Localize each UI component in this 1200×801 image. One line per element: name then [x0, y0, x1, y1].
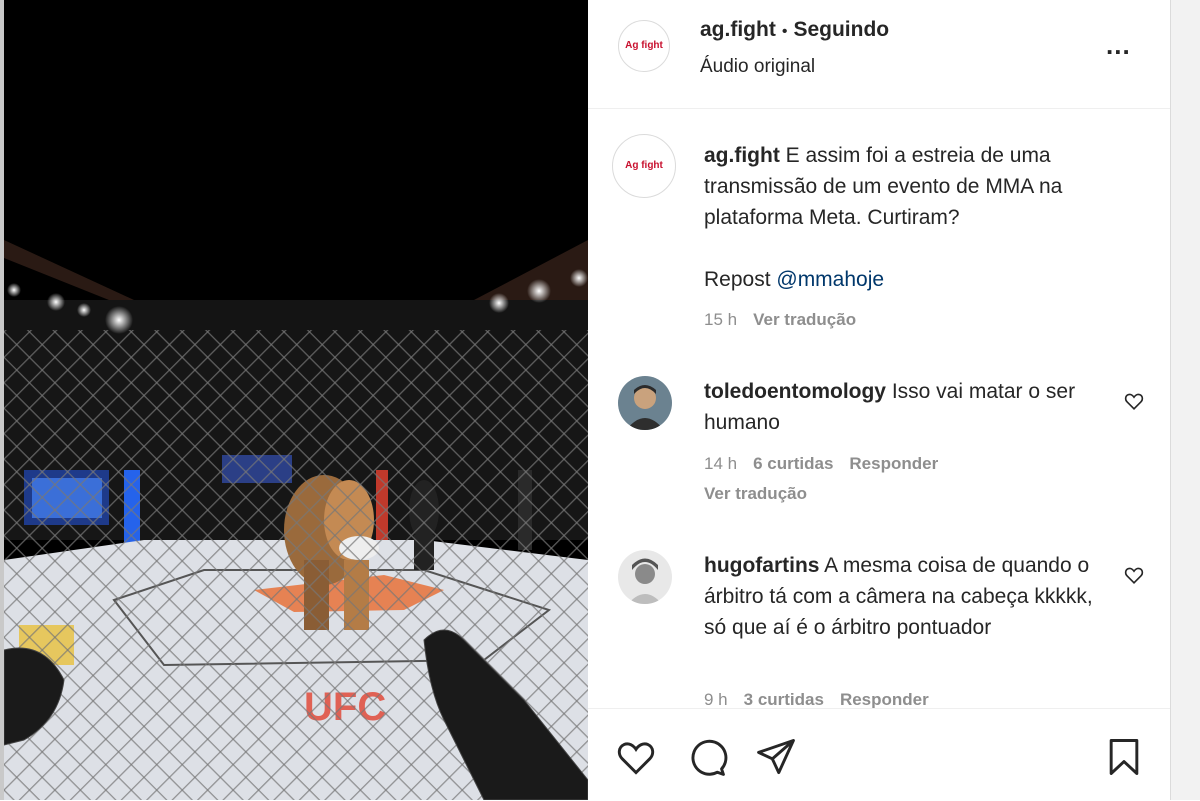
- comment-icon[interactable]: [684, 735, 728, 779]
- comment-meta: 14 h 6 curtidas Responder: [704, 454, 954, 474]
- browser-scroll-area: [1170, 0, 1200, 800]
- audio-label[interactable]: Áudio original: [700, 56, 815, 78]
- comment-likes[interactable]: 6 curtidas: [753, 454, 833, 473]
- heart-icon[interactable]: [614, 735, 658, 779]
- brand-logo: Ag fight: [625, 40, 663, 51]
- comment-reply-button[interactable]: Responder: [840, 690, 929, 708]
- caption-translate-link[interactable]: Ver tradução: [753, 310, 856, 329]
- post-panel: Ag fight ag.fight • Seguindo Áudio origina…: [588, 0, 1170, 800]
- author-avatar[interactable]: Ag fight: [618, 20, 670, 72]
- separator-dot: •: [781, 23, 788, 40]
- bookmark-icon[interactable]: [1102, 735, 1146, 779]
- post-video[interactable]: UFC: [4, 0, 588, 800]
- caption-author-avatar[interactable]: Ag fight: [612, 134, 676, 198]
- comment-like-heart-icon[interactable]: [1123, 390, 1145, 412]
- commenter-avatar[interactable]: [618, 550, 672, 604]
- comments-section: Ag fight ag.fight E assim foi a estreia …: [588, 110, 1170, 708]
- octagon-video-frame: UFC: [4, 0, 588, 800]
- brand-logo: Ag fight: [625, 160, 663, 171]
- user-photo-icon: [618, 550, 672, 604]
- share-icon[interactable]: [754, 735, 798, 779]
- comment-like-heart-icon[interactable]: [1123, 564, 1145, 586]
- follow-status-button[interactable]: Seguindo: [793, 18, 889, 41]
- comment-time[interactable]: 9 h: [704, 690, 728, 708]
- caption-text: ag.fight E assim foi a estreia de uma tr…: [704, 140, 1094, 233]
- author-username[interactable]: ag.fight: [700, 18, 776, 41]
- commenter-avatar[interactable]: [618, 376, 672, 430]
- comment-username[interactable]: hugofartins: [704, 554, 820, 577]
- action-bar: [588, 708, 1170, 801]
- post-header: Ag fight ag.fight • Seguindo Áudio origina…: [588, 0, 1170, 109]
- author-line: ag.fight • Seguindo: [700, 18, 889, 42]
- comment-time[interactable]: 14 h: [704, 454, 737, 473]
- comment-meta: 9 h 3 curtidas Responder: [704, 690, 945, 708]
- repost-line: Repost @mmahoje: [704, 264, 1094, 295]
- caption-username[interactable]: ag.fight: [704, 144, 780, 167]
- comment-text: toledoentomology Isso vai matar o ser hu…: [704, 376, 1094, 438]
- comment-text: hugofartins A mesma coisa de quando o ár…: [704, 550, 1094, 643]
- comment-translate-link[interactable]: Ver tradução: [704, 484, 807, 504]
- comment-likes[interactable]: 3 curtidas: [744, 690, 824, 708]
- user-photo-icon: [618, 376, 672, 430]
- repost-mention-link[interactable]: @mmahoje: [776, 268, 884, 291]
- comment-reply-button[interactable]: Responder: [849, 454, 938, 473]
- more-icon[interactable]: ...: [1106, 30, 1131, 61]
- comment-username[interactable]: toledoentomology: [704, 380, 886, 403]
- caption-meta: 15 h Ver tradução: [704, 310, 872, 330]
- repost-label: Repost: [704, 268, 777, 291]
- caption-time[interactable]: 15 h: [704, 310, 737, 329]
